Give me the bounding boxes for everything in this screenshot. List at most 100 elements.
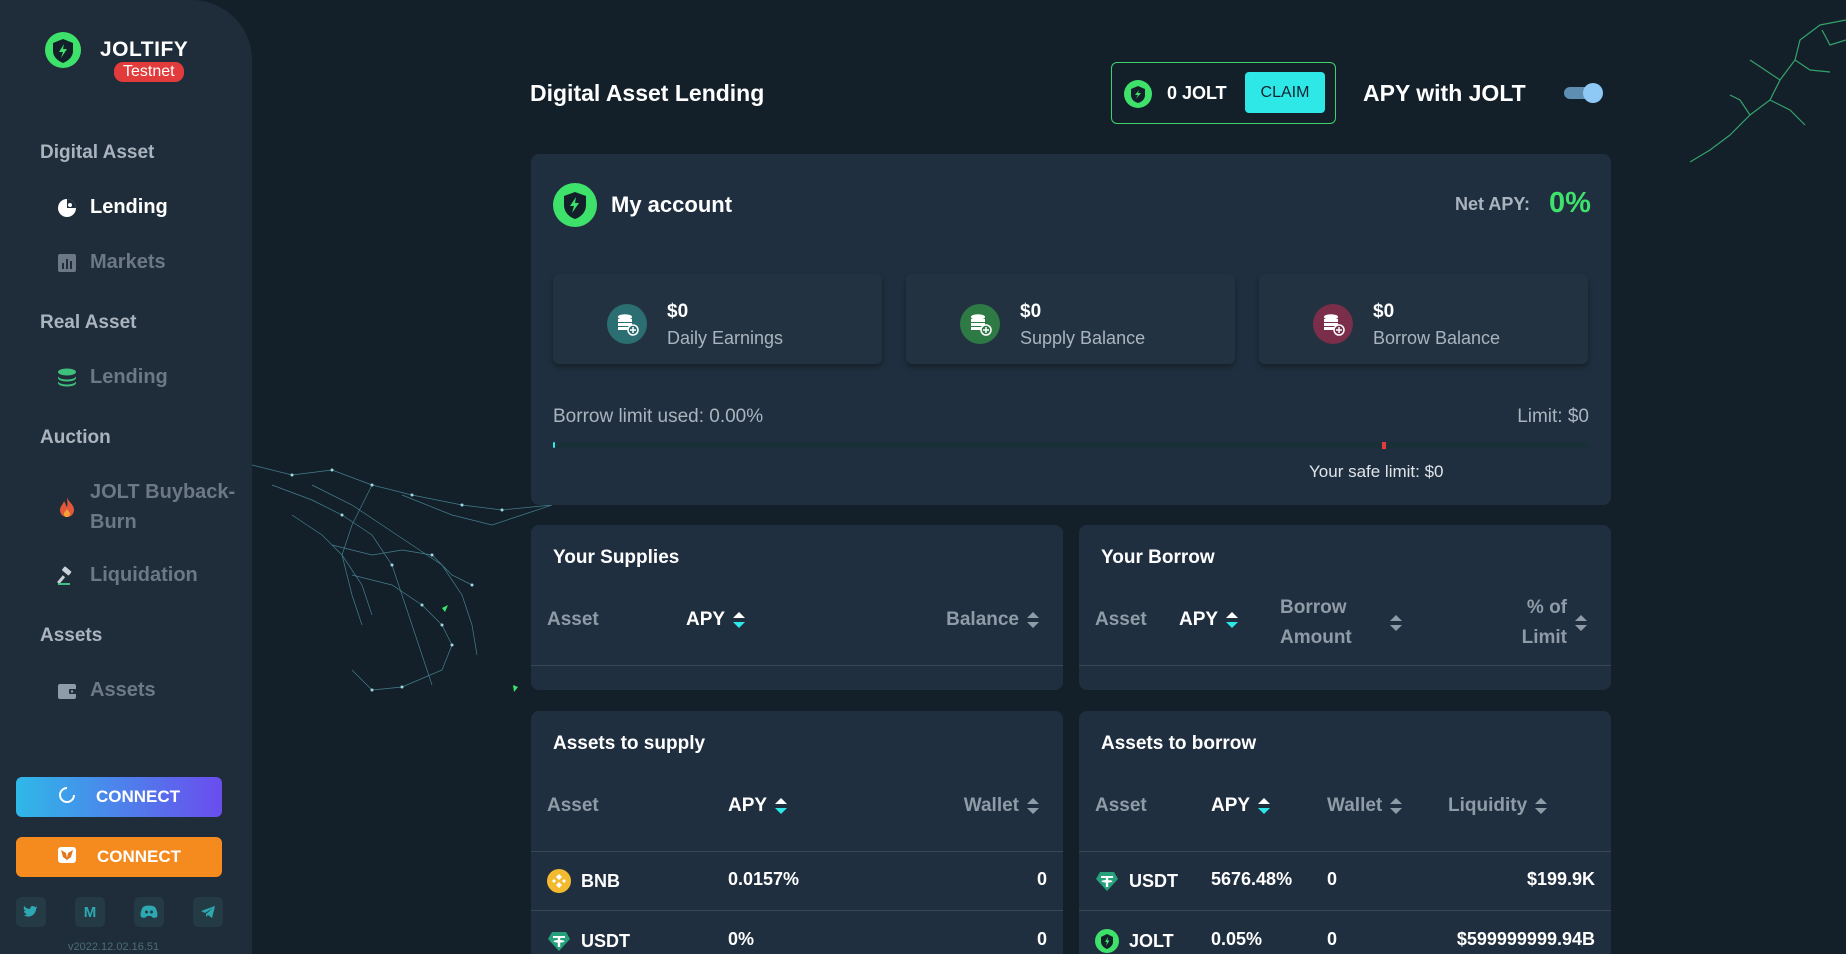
- column-header-borrow-amount[interactable]: Borrow Amount: [1280, 593, 1402, 653]
- metamask-fox-icon: [57, 845, 77, 870]
- wallet-cell: 0: [1036, 869, 1047, 889]
- net-apy-value: 0%: [1549, 187, 1591, 219]
- sort-icon: [1535, 798, 1548, 814]
- sidebar-item-liquidation[interactable]: Liquidation: [56, 564, 198, 587]
- sidebar: JOLTIFY Testnet Digital Asset Lending Ma…: [0, 0, 252, 954]
- sidebar-item-assets[interactable]: Assets: [56, 679, 156, 702]
- wallet-cell: 0: [1036, 929, 1047, 949]
- social-links: M: [16, 897, 223, 927]
- sidebar-item-markets[interactable]: Markets: [56, 251, 166, 274]
- sidebar-item-buyback-burn[interactable]: JOLT Buyback- Burn: [56, 477, 235, 537]
- nav-section-assets: Assets: [40, 625, 103, 646]
- connect-walletconnect-button[interactable]: CONNECT: [16, 777, 222, 817]
- stat-label: Daily Earnings: [667, 328, 784, 348]
- wallet-icon: [56, 680, 78, 702]
- account-shield-icon: [553, 183, 597, 227]
- borrow-limit-bar-fill: [553, 442, 555, 448]
- coins-plus-icon: [1313, 304, 1353, 344]
- connect-label: CONNECT: [95, 787, 181, 806]
- panel-title: Your Borrow: [1101, 547, 1215, 568]
- sidebar-item-label: Assets: [90, 679, 156, 701]
- claim-button[interactable]: CLAIM: [1245, 72, 1325, 113]
- daily-earnings-card: $0 Daily Earnings: [553, 274, 882, 364]
- column-header-asset: Asset: [1095, 609, 1147, 630]
- sidebar-item-digital-lending[interactable]: Lending: [56, 196, 168, 219]
- jolt-coin-icon: [1124, 80, 1152, 108]
- column-header-apy[interactable]: APY: [1179, 609, 1239, 631]
- page-title: Digital Asset Lending: [530, 80, 765, 106]
- sort-icon: [1258, 798, 1271, 814]
- column-header-percent-of-limit[interactable]: % of Limit: [1522, 593, 1587, 653]
- sort-icon: [1027, 612, 1039, 628]
- column-header-asset: Asset: [1095, 795, 1147, 816]
- assets-to-supply-panel: Assets to supply Asset APY Wallet BNB 0.…: [531, 711, 1063, 954]
- medium-icon[interactable]: M: [75, 897, 105, 927]
- stat-label: Supply Balance: [1020, 328, 1146, 348]
- joltify-logo-icon: [45, 32, 81, 68]
- connect-metamask-button[interactable]: CONNECT: [16, 837, 222, 877]
- nav-section-real-asset: Real Asset: [40, 312, 137, 333]
- apy-cell: 0.05%: [1211, 929, 1263, 949]
- supply-balance-card: $0 Supply Balance: [906, 274, 1235, 364]
- column-header-apy[interactable]: APY: [686, 609, 746, 631]
- sidebar-item-label: Lending: [90, 366, 168, 388]
- network-badge: Testnet: [114, 62, 184, 82]
- app-version: v2022.12.02.16.51: [68, 941, 160, 953]
- apy-cell: 0%: [728, 929, 755, 949]
- jolt-reward-box: 0 JOLT CLAIM: [1111, 62, 1336, 124]
- your-borrow-panel: Your Borrow Asset APY Borrow Amount % of L…: [1079, 525, 1611, 690]
- usdt-icon: [548, 932, 570, 951]
- discord-icon[interactable]: [134, 897, 164, 927]
- bar-chart-icon: [56, 252, 78, 274]
- your-supplies-panel: Your Supplies Asset APY Balance: [531, 525, 1063, 690]
- apy-with-jolt-label: APY with JOLT: [1363, 80, 1526, 106]
- asset-cell: JOLT: [1095, 929, 1174, 953]
- jolt-coin-icon: [1095, 929, 1119, 953]
- stat-value: $0: [667, 301, 689, 322]
- sidebar-item-label: Lending: [90, 196, 168, 218]
- brand-name: JOLTIFY: [100, 38, 189, 61]
- my-account-panel: My account Net APY: 0% $0 Daily Earnings…: [531, 154, 1611, 505]
- liquidity-cell: $599999999.94B: [1456, 929, 1595, 949]
- wallet-cell: 0: [1327, 929, 1338, 949]
- column-header-wallet[interactable]: Wallet: [964, 795, 1039, 817]
- coins-stack-icon: [56, 367, 78, 389]
- column-header-balance[interactable]: Balance: [946, 609, 1039, 631]
- sidebar-item-label-line1: JOLT Buyback-: [90, 481, 236, 503]
- safe-limit-label: Your safe limit: $0: [1309, 462, 1444, 481]
- brand-logo[interactable]: JOLTIFY Testnet: [45, 32, 245, 86]
- sidebar-item-label: Liquidation: [90, 564, 198, 586]
- connect-label: CONNECT: [96, 847, 182, 866]
- lightning-decoration: [1689, 19, 1846, 163]
- borrow-balance-card: $0 Borrow Balance: [1259, 274, 1588, 364]
- sidebar-item-label: Markets: [90, 251, 166, 273]
- wallet-cell: 0: [1327, 869, 1338, 889]
- sidebar-item-real-lending[interactable]: Lending: [56, 366, 168, 389]
- apy-with-jolt-toggle[interactable]: [1564, 83, 1603, 103]
- panel-title: Your Supplies: [553, 547, 680, 568]
- telegram-icon[interactable]: [193, 897, 223, 927]
- column-header-liquidity[interactable]: Liquidity: [1448, 795, 1548, 817]
- sort-icon: [1027, 798, 1039, 814]
- stat-value: $0: [1020, 301, 1042, 322]
- bnb-icon: [547, 869, 571, 893]
- column-header-apy[interactable]: APY: [728, 795, 788, 817]
- asset-cell: USDT: [1095, 869, 1178, 893]
- stat-value: $0: [1373, 301, 1395, 322]
- apy-cell: 5676.48%: [1211, 869, 1293, 889]
- twitter-icon[interactable]: [16, 897, 46, 927]
- asset-cell: USDT: [547, 929, 630, 953]
- gavel-icon: [56, 565, 78, 587]
- sort-icon: [1389, 615, 1402, 631]
- jolt-amount: 0 JOLT: [1167, 83, 1227, 103]
- account-title: My account: [611, 192, 733, 217]
- panel-title: Assets to supply: [553, 733, 706, 754]
- nav-section-digital-asset: Digital Asset: [40, 142, 155, 163]
- coins-plus-icon: [607, 304, 647, 344]
- column-header-apy[interactable]: APY: [1211, 795, 1271, 817]
- column-header-wallet[interactable]: Wallet: [1327, 795, 1403, 817]
- column-header-asset: Asset: [547, 795, 599, 816]
- network-hand-illustration: [252, 464, 552, 692]
- sort-icon: [1226, 612, 1239, 628]
- sort-icon: [775, 798, 788, 814]
